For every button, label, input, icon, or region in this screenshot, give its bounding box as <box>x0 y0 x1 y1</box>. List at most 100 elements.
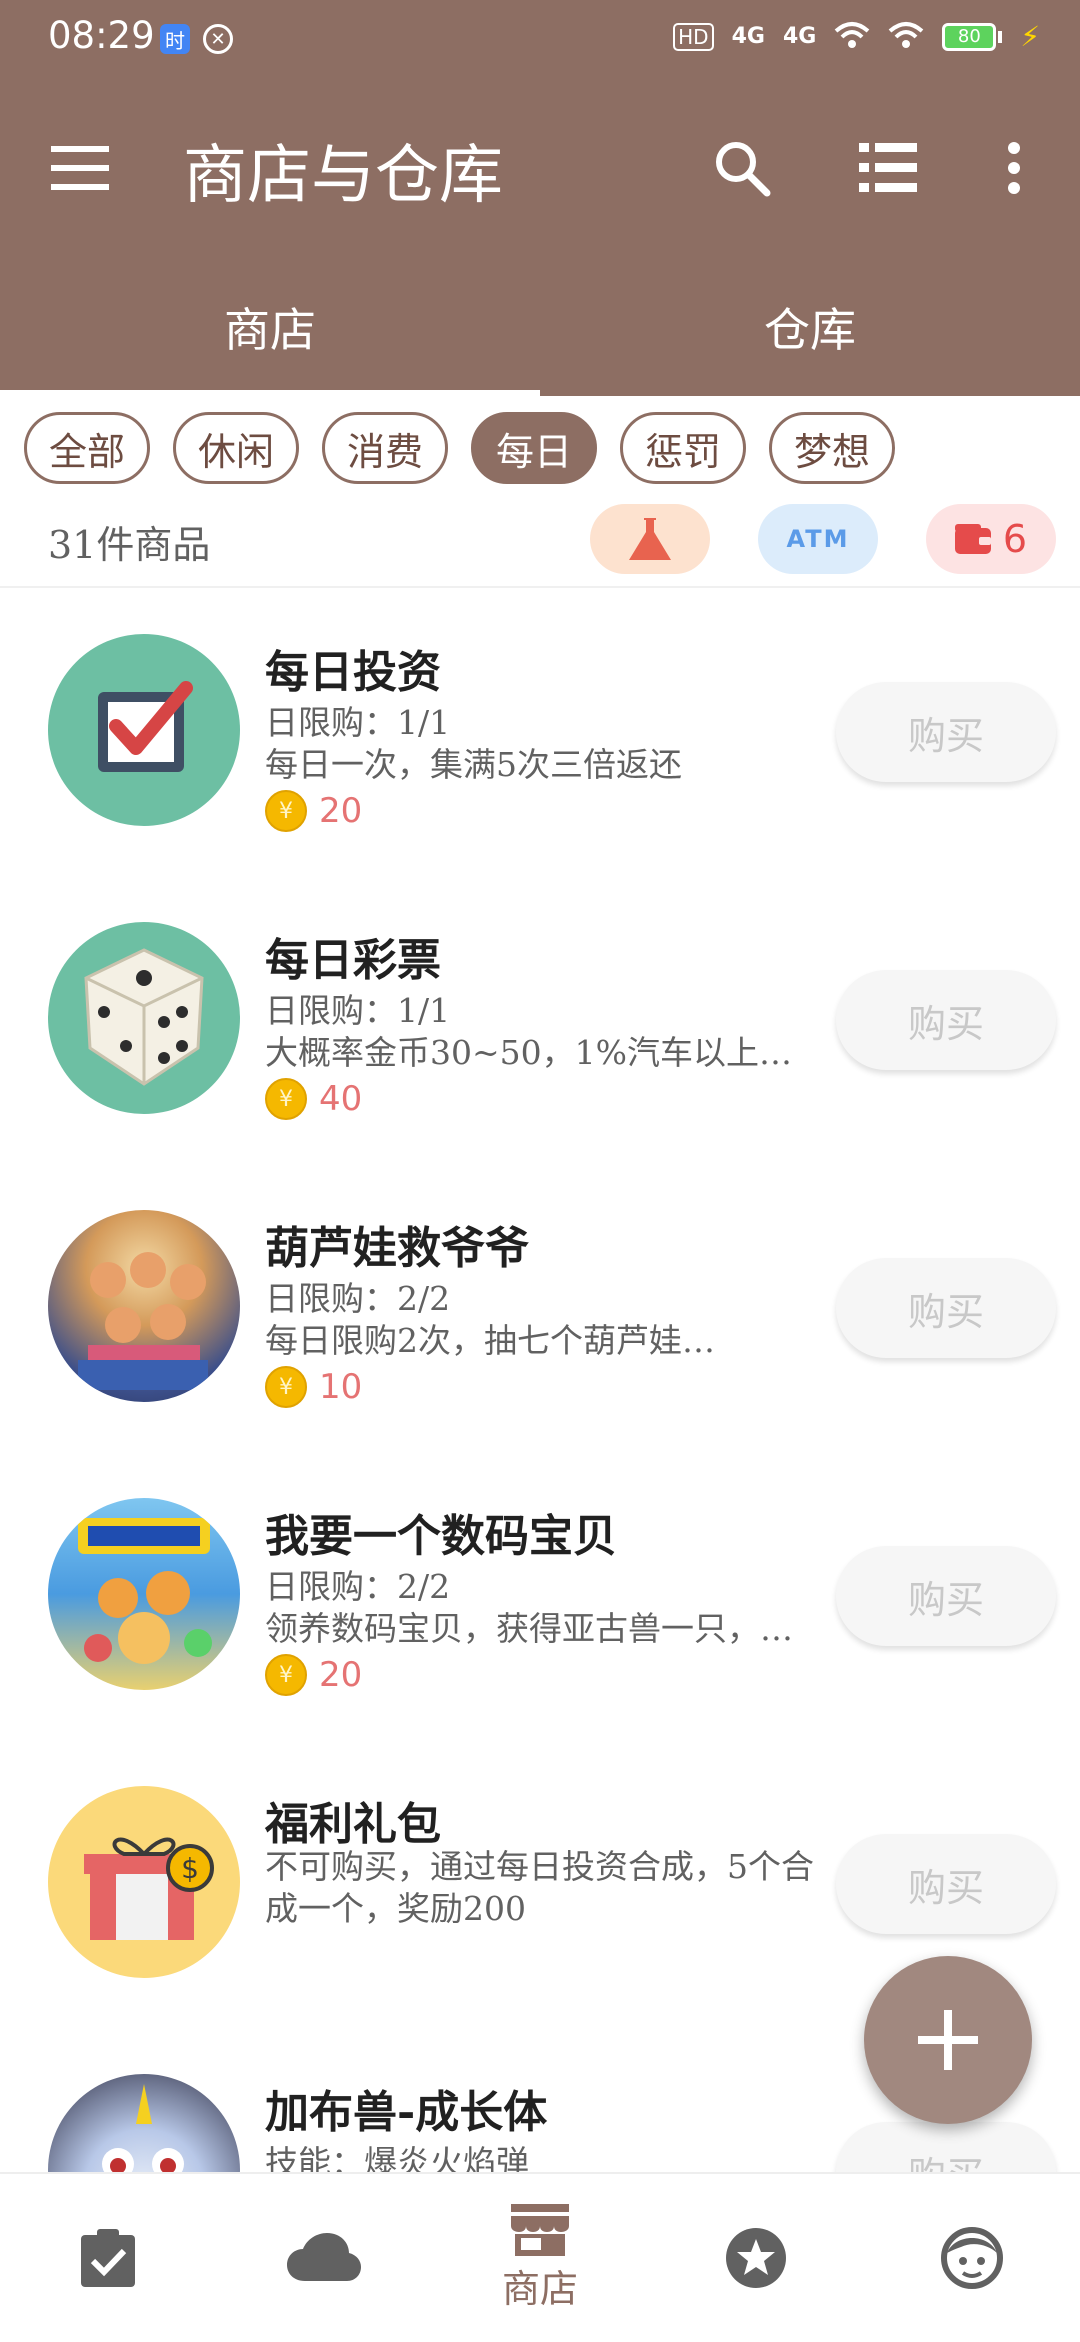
page-title: 商店与仓库 <box>183 139 503 213</box>
divider <box>0 586 1080 588</box>
wallet-count: 6 <box>1002 517 1028 561</box>
list-item[interactable]: 葫芦娃救爷爷 日限购：2/2 每日限购2次，抽七个葫芦娃… ¥10 购买 <box>0 1176 1080 1464</box>
item-description: 不可购买，通过每日投资合成，5个合成一个，奖励200 <box>265 1847 814 1928</box>
hamburger-menu-icon <box>51 146 109 190</box>
coin-icon: ¥ <box>265 790 307 832</box>
more-vert-icon <box>1008 142 1020 194</box>
price-value: 40 <box>319 1079 363 1119</box>
item-price: ¥40 <box>265 1078 362 1120</box>
item-price: ¥10 <box>265 1366 362 1408</box>
tab-store[interactable]: 商店 <box>0 270 540 396</box>
item-description: 领养数码宝贝，获得亚古兽一只，或… <box>265 1609 815 1648</box>
buy-button[interactable]: 购买 <box>836 1834 1056 1934</box>
item-title: 葫芦娃救爷爷 <box>265 1223 529 1274</box>
signal-icon-1: 4G <box>731 24 765 49</box>
coin-icon: ¥ <box>265 1654 307 1696</box>
checkbox-icon <box>48 634 240 826</box>
plus-icon <box>918 2010 978 2070</box>
price-value: 10 <box>319 1367 363 1407</box>
coin-icon: ¥ <box>265 1366 307 1408</box>
chip-dream[interactable]: 梦想 <box>769 412 895 484</box>
list-view-icon <box>859 143 917 192</box>
tab-store-label: 商店 <box>224 303 316 357</box>
svg-text:$: $ <box>181 1852 199 1885</box>
nav-cloud[interactable] <box>216 2174 432 2342</box>
item-title: 每日投资 <box>265 647 441 698</box>
item-title: 加布兽-成长体 <box>265 2087 548 2138</box>
item-price: ¥20 <box>265 790 362 832</box>
bottom-navigation: 商店 <box>0 2172 1080 2340</box>
atm-button[interactable]: ATM <box>758 504 878 574</box>
nav-store[interactable]: 商店 <box>432 2174 648 2342</box>
wifi-icon <box>834 21 870 53</box>
atm-icon: ATM <box>786 525 850 553</box>
coin-icon: ¥ <box>265 1078 307 1120</box>
blocked-notification-icon: ✕ <box>203 24 233 54</box>
nav-achievements[interactable] <box>648 2174 864 2342</box>
item-description: 大概率金币30~50，1%汽车以上，万… <box>265 1033 815 1072</box>
item-limit: 日限购：2/2 <box>265 1279 451 1318</box>
summary-row: 31件商品 ATM 6 <box>0 500 1080 586</box>
item-limit: 日限购：1/1 <box>265 991 451 1030</box>
battery-icon: 80 <box>942 22 1003 51</box>
tab-warehouse-label: 仓库 <box>764 303 856 357</box>
wifi-icon-2 <box>888 21 924 53</box>
search-button[interactable] <box>702 128 782 208</box>
search-icon <box>716 142 771 197</box>
gift-icon: $ <box>48 1786 240 1978</box>
chip-punishment[interactable]: 惩罚 <box>620 412 746 484</box>
nav-tasks[interactable] <box>0 2174 216 2342</box>
app-bar: 08:29 时 ✕ HD 4G 4G 80 ⚡ 商店与仓库 商店 仓库 <box>0 0 1080 396</box>
tab-bar: 商店 仓库 <box>0 270 1080 396</box>
item-description: 每日一次，集满5次三倍返还 <box>265 745 682 784</box>
star-badge-icon <box>726 2228 786 2288</box>
more-options-button[interactable] <box>974 128 1054 208</box>
cloud-icon <box>287 2233 361 2281</box>
status-time: 08:29 <box>48 14 155 57</box>
charging-icon: ⚡ <box>1020 20 1040 53</box>
add-item-button[interactable] <box>864 1956 1032 2124</box>
digimon-image <box>48 1498 240 1690</box>
category-chips: 全部 休闲 消费 每日 惩罚 梦想 <box>24 412 895 484</box>
menu-button[interactable] <box>40 128 120 208</box>
status-bar: 08:29 时 ✕ HD 4G 4G 80 ⚡ <box>0 0 1080 80</box>
app-notification-badge: 时 <box>160 24 190 54</box>
chip-daily[interactable]: 每日 <box>471 412 597 484</box>
wallet-button[interactable]: 6 <box>926 504 1056 574</box>
nav-store-label: 商店 <box>501 2266 578 2311</box>
item-count: 31件商品 <box>48 523 211 567</box>
calabash-brothers-image <box>48 1210 240 1402</box>
item-limit: 日限购：1/1 <box>265 703 451 742</box>
nav-profile[interactable] <box>864 2174 1080 2342</box>
hd-icon: HD <box>673 22 714 51</box>
list-view-button[interactable] <box>848 128 928 208</box>
item-limit: 日限购：2/2 <box>265 1567 451 1606</box>
chip-all[interactable]: 全部 <box>24 412 150 484</box>
buy-button[interactable]: 购买 <box>836 682 1056 782</box>
tab-warehouse[interactable]: 仓库 <box>540 270 1080 396</box>
price-value: 20 <box>319 791 363 831</box>
task-check-icon <box>81 2229 135 2287</box>
status-icons: HD 4G 4G 80 ⚡ <box>673 20 1040 53</box>
list-item[interactable]: 每日彩票 日限购：1/1 大概率金币30~50，1%汽车以上，万… ¥40 购买 <box>0 888 1080 1176</box>
chip-leisure[interactable]: 休闲 <box>173 412 299 484</box>
dice-icon <box>48 922 240 1114</box>
item-price: ¥20 <box>265 1654 362 1696</box>
chip-consumption[interactable]: 消费 <box>322 412 448 484</box>
buy-button[interactable]: 购买 <box>836 1546 1056 1646</box>
item-description: 每日限购2次，抽七个葫芦娃… <box>265 1321 715 1360</box>
active-tab-indicator <box>0 390 540 396</box>
item-title: 我要一个数码宝贝 <box>265 1511 617 1562</box>
list-item[interactable]: 我要一个数码宝贝 日限购：2/2 领养数码宝贝，获得亚古兽一只，或… ¥20 购… <box>0 1464 1080 1752</box>
store-icon <box>511 2203 569 2256</box>
price-value: 20 <box>319 1655 363 1695</box>
potion-button[interactable] <box>590 504 710 574</box>
toolbar: 商店与仓库 <box>0 80 1080 256</box>
buy-button[interactable]: 购买 <box>836 970 1056 1070</box>
signal-icon-2: 4G <box>782 24 817 49</box>
profile-face-icon <box>941 2227 1003 2289</box>
wallet-icon <box>954 524 991 554</box>
list-item[interactable]: 每日投资 日限购：1/1 每日一次，集满5次三倍返还 ¥20 购买 <box>0 600 1080 888</box>
flask-icon <box>629 518 671 560</box>
buy-button[interactable]: 购买 <box>836 1258 1056 1358</box>
